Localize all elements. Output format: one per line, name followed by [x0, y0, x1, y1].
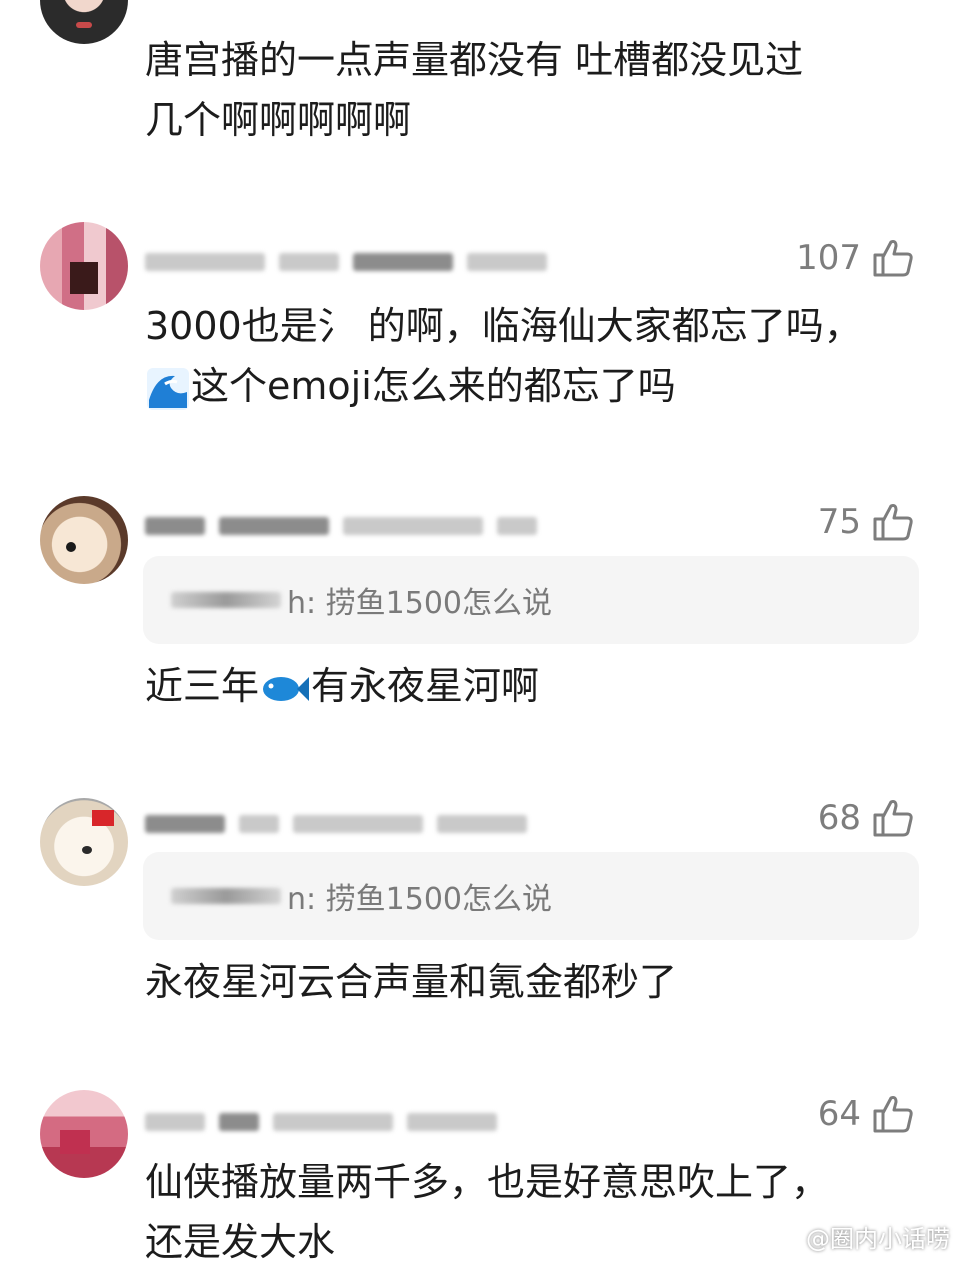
comment-line-with-emoji: 这个emoji怎么来的都忘了吗	[145, 356, 925, 416]
reply-username-blur	[171, 592, 281, 608]
username-blur	[145, 253, 265, 271]
username-blur	[145, 815, 225, 833]
user-meta	[145, 244, 547, 280]
time-location-blur	[273, 1113, 393, 1131]
user-meta	[145, 806, 527, 842]
quoted-reply[interactable]: n: 捞鱼1500怎么说	[143, 852, 919, 940]
like-count: 64	[817, 1094, 861, 1134]
location-blur	[467, 253, 547, 271]
username-blur	[219, 517, 329, 535]
location-blur	[407, 1113, 497, 1131]
comment-text: 永夜星河云合声量和氪金都秒了	[145, 952, 925, 1012]
reply-username-blur	[171, 888, 281, 904]
reply-text: h: 捞鱼1500怎么说	[287, 586, 553, 621]
avatar[interactable]	[40, 0, 128, 44]
comment-line: 永夜星河云合声量和氪金都秒了	[145, 960, 678, 1004]
reply-text: n: 捞鱼1500怎么说	[287, 882, 553, 917]
location-blur	[497, 517, 537, 535]
username-blur	[279, 253, 339, 271]
thumbs-up-icon	[873, 1096, 913, 1133]
time-location-blur	[353, 253, 453, 271]
like-button[interactable]: 64	[818, 1092, 915, 1136]
comment-text: 近三年 有永夜星河啊	[145, 656, 925, 716]
like-button[interactable]: 68	[818, 796, 915, 840]
comment-line: 3000也是氵 的啊，临海仙大家都忘了吗，	[145, 304, 862, 348]
comment-line: 仙侠播放量两千多，也是好意思吹上了，	[145, 1160, 830, 1204]
avatar[interactable]	[40, 798, 128, 886]
username-blur	[239, 815, 279, 833]
username-blur	[219, 1113, 259, 1131]
comment-text: 仙侠播放量两千多，也是好意思吹上了， 还是发大水	[145, 1152, 925, 1272]
thumbs-up-icon	[873, 240, 913, 277]
comment-line: 唐宫播的一点声量都没有 吐槽都没见过	[145, 38, 804, 82]
comment-line-with-emoji: 近三年 有永夜星河啊	[145, 656, 925, 716]
user-meta	[145, 1104, 497, 1140]
quoted-reply[interactable]: h: 捞鱼1500怎么说	[143, 556, 919, 644]
like-button[interactable]: 75	[818, 500, 915, 544]
user-meta	[145, 508, 537, 544]
watermark: @圈内小话唠	[768, 1219, 950, 1254]
like-button[interactable]: 107	[796, 236, 915, 280]
comment-text: 唐宫播的一点声量都没有 吐槽都没见过 几个啊啊啊啊啊	[145, 30, 925, 150]
time-location-blur	[293, 815, 423, 833]
avatar[interactable]	[40, 1090, 128, 1178]
comment-text-after: 有永夜星河啊	[311, 664, 540, 708]
comment-line: 几个啊啊啊啊啊	[145, 98, 412, 142]
comment-text: 3000也是氵 的啊，临海仙大家都忘了吗， 这个emoji怎么来的都忘了吗	[145, 296, 925, 416]
time-location-blur	[343, 517, 483, 535]
avatar[interactable]	[40, 222, 128, 310]
like-count: 75	[817, 502, 861, 542]
comment-text-before: 近三年	[145, 664, 260, 708]
wave-emoji	[147, 367, 189, 410]
thumbs-up-icon	[873, 800, 913, 837]
username-blur	[145, 1113, 205, 1131]
username-blur	[145, 517, 205, 535]
like-count: 107	[796, 238, 861, 278]
avatar[interactable]	[40, 496, 128, 584]
watermark-text: @圈内小话唠	[806, 1225, 950, 1253]
thumbs-up-icon	[873, 504, 913, 541]
like-count: 68	[817, 798, 861, 838]
comment-line-text: 这个emoji怎么来的都忘了吗	[191, 364, 676, 408]
location-blur	[437, 815, 527, 833]
fish-emoji	[263, 676, 310, 701]
weibo-icon	[768, 1226, 797, 1249]
